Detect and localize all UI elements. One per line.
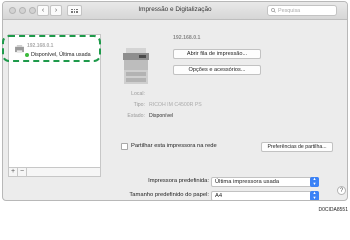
- default-printer-select[interactable]: Última impressora usada ▲ ▼: [211, 176, 319, 187]
- default-paper-size-select[interactable]: A4 ▲ ▼: [211, 190, 319, 200]
- search-field[interactable]: Pesquisa: [267, 5, 337, 16]
- type-label: Tipo:: [133, 102, 145, 108]
- remove-printer-button[interactable]: −: [18, 168, 27, 176]
- location-label: Local:: [131, 91, 145, 97]
- options-supplies-button[interactable]: Opções e acessórios...: [173, 65, 261, 75]
- chevron-updown-icon: ▲ ▼: [310, 190, 319, 200]
- default-paper-size-value: A4: [215, 193, 223, 199]
- sharing-preferences-button[interactable]: Preferências de partilha...: [261, 142, 333, 152]
- figure-caption: D0CIDA8551: [318, 207, 348, 213]
- default-paper-size-label: Tamanho predefinido do papel:: [129, 192, 209, 198]
- chevron-updown-icon: ▲ ▼: [310, 176, 319, 187]
- title-bar: ‹ › Impressão e Digitalização Pesquisa: [3, 2, 347, 20]
- share-printer-label[interactable]: Partilhar esta impressora na rede: [131, 143, 217, 149]
- share-printer-checkbox[interactable]: [121, 143, 128, 150]
- add-printer-button[interactable]: +: [9, 168, 18, 176]
- type-value: RICOH IM C4500R PS: [149, 102, 202, 108]
- printers-window: ‹ › Impressão e Digitalização Pesquisa 1…: [2, 1, 348, 201]
- default-printer-value: Última impressora usada: [215, 179, 280, 185]
- selected-printer-name: 192.168.0.1: [173, 35, 201, 41]
- printer-illustration: [123, 48, 149, 84]
- status-value: Disponível: [149, 113, 174, 119]
- search-icon: [271, 8, 276, 13]
- help-button[interactable]: ?: [337, 186, 346, 195]
- search-placeholder: Pesquisa: [278, 7, 301, 14]
- callout-highlight: [2, 35, 101, 62]
- status-label: Estado:: [127, 113, 145, 119]
- default-printer-label: Impressora predefinida:: [148, 178, 209, 184]
- open-print-queue-button[interactable]: Abrir fila de impressão...: [173, 49, 261, 59]
- printer-list-footer: + −: [8, 168, 101, 177]
